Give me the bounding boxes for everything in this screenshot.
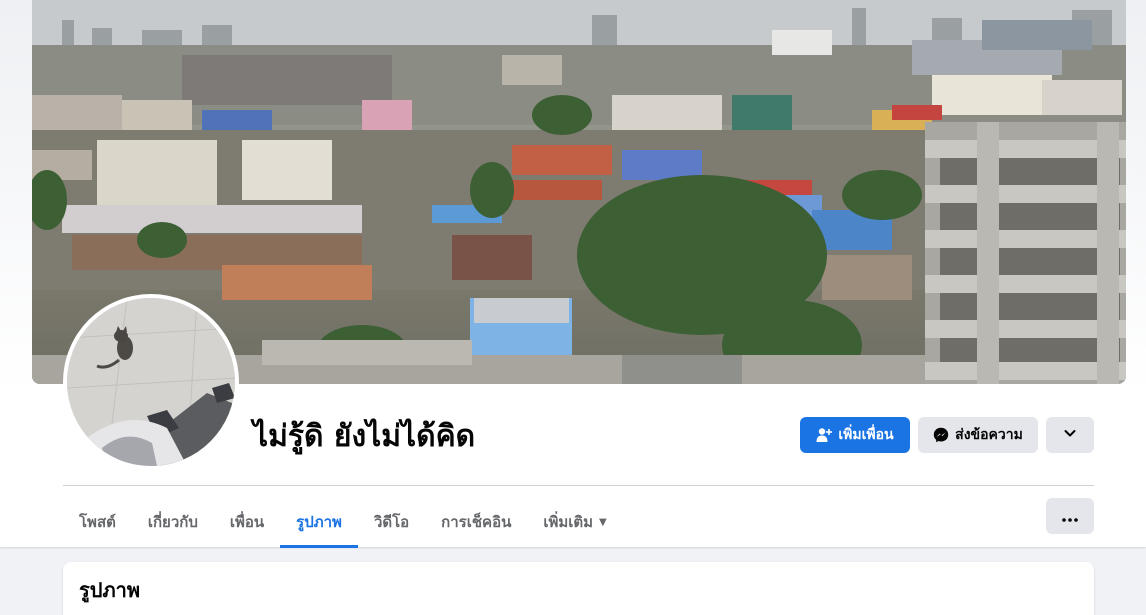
- person-plus-icon: [816, 427, 833, 443]
- tab-about[interactable]: เกี่ยวกับ: [132, 497, 214, 547]
- caret-down-icon: ▼: [599, 516, 607, 528]
- tabs-ellipsis-button[interactable]: [1046, 498, 1094, 534]
- profile-avatar[interactable]: [63, 294, 239, 470]
- tab-label: เพิ่มเติม: [543, 513, 594, 531]
- tab-label: รูปภาพ: [296, 513, 342, 531]
- chevron-down-icon: [1063, 426, 1077, 444]
- tab-posts[interactable]: โพสต์: [63, 497, 132, 547]
- header-divider: [63, 485, 1094, 486]
- message-label: ส่งข้อความ: [955, 427, 1023, 443]
- tab-label: เกี่ยวกับ: [147, 513, 198, 531]
- tab-label: เพื่อน: [229, 513, 265, 531]
- avatar-photo: [67, 298, 235, 466]
- photos-card: รูปภาพ: [63, 562, 1094, 615]
- profile-header: ไม่รู้ดิ ยังไม่ได้คิด เพิ่มเพื่อน ส่งข้อ…: [0, 0, 1146, 548]
- ellipsis-icon: [1062, 507, 1078, 526]
- tab-label: การเช็คอิน: [441, 513, 512, 531]
- messenger-icon: [933, 427, 949, 443]
- tab-label: วิดีโอ: [373, 513, 410, 531]
- tab-photos[interactable]: รูปภาพ: [280, 497, 358, 548]
- tab-friends[interactable]: เพื่อน: [214, 497, 280, 547]
- tab-label: โพสต์: [79, 513, 116, 531]
- profile-tabs: โพสต์ เกี่ยวกับ เพื่อน รูปภาพ วิดีโอ การ…: [63, 497, 623, 548]
- add-friend-button[interactable]: เพิ่มเพื่อน: [800, 417, 910, 453]
- add-friend-label: เพิ่มเพื่อน: [838, 427, 894, 443]
- message-button[interactable]: ส่งข้อความ: [918, 417, 1038, 453]
- tab-videos[interactable]: วิดีโอ: [358, 497, 425, 547]
- tab-more[interactable]: เพิ่มเติม ▼: [527, 497, 622, 547]
- profile-name: ไม่รู้ดิ ยังไม่ได้คิด: [253, 419, 476, 454]
- profile-options-dropdown[interactable]: [1046, 417, 1094, 453]
- tab-checkins[interactable]: การเช็คอิน: [425, 497, 527, 547]
- photos-section-title: รูปภาพ: [79, 578, 141, 602]
